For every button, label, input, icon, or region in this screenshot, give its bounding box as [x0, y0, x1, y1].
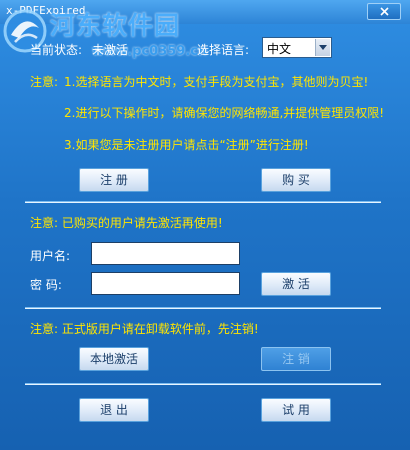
section-divider-3 [25, 383, 381, 385]
activate-button[interactable]: 激 活 [261, 272, 331, 296]
exit-button[interactable]: 退 出 [79, 398, 149, 422]
password-input[interactable] [91, 272, 240, 295]
trial-button[interactable]: 试 用 [261, 398, 331, 422]
password-label: 密 码: [30, 278, 62, 292]
notice-line-1: 1.选择语言为中文时，支付手段为支付宝，其他则为贝宝! [64, 75, 369, 89]
status-label: 当前状态: [30, 43, 83, 57]
language-select[interactable]: 中文 [262, 37, 332, 58]
window-title: x-PDFExpired [6, 4, 86, 17]
register-button[interactable]: 注 册 [79, 168, 149, 192]
deregister-button[interactable]: 注 销 [261, 347, 331, 371]
username-input[interactable] [91, 242, 240, 265]
section-divider-2 [25, 307, 381, 309]
uninstall-notice: 注意: 正式版用户请在卸载软件前，先注销! [30, 322, 259, 336]
language-selected-value: 中文 [267, 42, 292, 56]
notice-line-2: 2.进行以下操作时，请确保您的网络畅通,并提供管理员权限! [64, 106, 385, 120]
notice-prefix: 注意: [30, 75, 59, 89]
buy-button[interactable]: 购 买 [261, 168, 331, 192]
chevron-down-icon [319, 45, 327, 50]
dropdown-arrow[interactable] [315, 39, 330, 56]
language-label: 选择语言: [197, 43, 250, 57]
close-button[interactable] [367, 3, 401, 20]
status-value: 未激活 [92, 43, 129, 57]
activation-window: x-PDFExpired 河东软件园 www.pc0359.cn 当前状态: 未… [0, 0, 410, 450]
activation-notice: 注意: 已购买的用户请先激活再使用! [30, 216, 223, 230]
close-icon [380, 7, 389, 16]
username-label: 用户名: [30, 249, 71, 263]
section-divider-1 [25, 201, 381, 203]
local-activate-button[interactable]: 本地激活 [79, 347, 149, 371]
notice-line-3: 3.如果您是未注册用户请点击“注册”进行注册! [64, 138, 309, 152]
title-bar[interactable]: x-PDFExpired [0, 0, 410, 24]
